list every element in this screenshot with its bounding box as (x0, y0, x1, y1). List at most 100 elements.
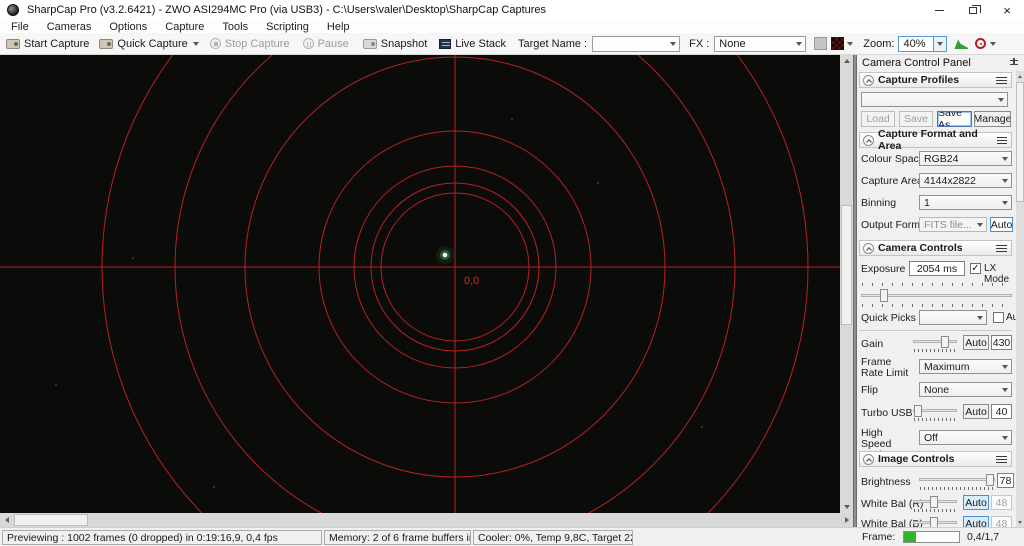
scroll-left-button[interactable] (0, 513, 13, 527)
colour-space-combobox[interactable]: RGB24 (919, 151, 1012, 166)
gain-input[interactable]: 430 (991, 335, 1012, 350)
section-capture-profiles[interactable]: Capture Profiles (859, 72, 1012, 88)
turbo-usb-auto-button[interactable]: Auto (963, 404, 989, 419)
output-format-auto-button[interactable]: Auto (990, 217, 1013, 232)
collapse-icon[interactable] (863, 135, 874, 146)
turbo-usb-slider[interactable] (913, 403, 957, 420)
section-camera-controls[interactable]: Camera Controls (859, 240, 1012, 256)
flip-combobox[interactable]: None (919, 382, 1012, 397)
reticle-origin-label: 0,0 (464, 275, 479, 287)
turbo-usb-label: Turbo USB (861, 408, 913, 419)
scroll-up-button[interactable] (840, 55, 853, 67)
menu-item-options[interactable]: Options (100, 21, 156, 33)
close-button[interactable]: × (990, 0, 1024, 20)
minimize-button[interactable] (922, 0, 956, 20)
white-bal-b-auto-button[interactable]: Auto (963, 516, 989, 527)
binning-combobox[interactable]: 1 (919, 195, 1012, 210)
section-image-controls[interactable]: Image Controls (859, 451, 1012, 467)
stop-capture-button[interactable]: Stop Capture (210, 38, 290, 50)
gain-auto-button[interactable]: Auto (963, 335, 989, 350)
manage-button[interactable]: Manage (974, 111, 1011, 127)
menubar: File Cameras Options Capture Tools Scrip… (0, 20, 1024, 33)
fx-combobox[interactable]: None (714, 36, 806, 52)
pause-button[interactable]: Pause (303, 38, 349, 50)
quick-capture-dropdown-icon[interactable] (193, 42, 199, 46)
zoom-dropdown-button[interactable] (933, 37, 946, 51)
horizontal-scroll-thumb[interactable] (14, 514, 88, 526)
fx-overlay-dropdown-icon[interactable] (847, 42, 853, 46)
gain-slider[interactable] (913, 334, 957, 351)
section-menu-icon[interactable] (997, 137, 1007, 144)
scroll-down-button[interactable] (840, 501, 853, 513)
histogram-icon[interactable] (954, 38, 968, 49)
menu-item-file[interactable]: File (2, 21, 38, 33)
pin-icon[interactable] (1010, 58, 1018, 68)
section-menu-icon[interactable] (996, 245, 1007, 252)
reticle-dropdown-icon[interactable] (990, 42, 996, 46)
turbo-usb-input[interactable]: 40 (991, 404, 1012, 419)
save-button[interactable]: Save (899, 111, 933, 127)
save-as-button[interactable]: Save As (937, 111, 972, 127)
white-bal-r-slider[interactable] (913, 494, 957, 511)
output-format-combobox[interactable]: FITS file... (919, 217, 987, 232)
brightness-input[interactable]: 78 (997, 473, 1014, 488)
titlebar: SharpCap Pro (v3.2.6421) - ZWO ASI294MC … (0, 0, 1024, 20)
collapse-icon[interactable] (863, 454, 874, 465)
status-previewing: Previewing : 1002 frames (0 dropped) in … (2, 530, 322, 545)
viewport-horizontal-scrollbar[interactable] (0, 513, 853, 527)
section-menu-icon[interactable] (996, 77, 1007, 84)
menu-item-tools[interactable]: Tools (213, 21, 257, 33)
load-button[interactable]: Load (861, 111, 895, 127)
profile-combobox[interactable] (861, 92, 1008, 107)
target-name-combobox[interactable] (592, 36, 680, 52)
quick-capture-icon (99, 39, 113, 49)
panel-scroll-down-button[interactable] (1016, 517, 1024, 527)
sharpcap-window: SharpCap Pro (v3.2.6421) - ZWO ASI294MC … (0, 0, 1024, 546)
quick-capture-button[interactable]: Quick Capture (99, 38, 187, 50)
fx-caret-icon (796, 42, 802, 46)
capture-area-combobox[interactable]: 4144x2822 (919, 173, 1012, 188)
panel-scroll-up-button[interactable] (1016, 71, 1024, 81)
camera-control-panel: Camera Control Panel Capture Profiles Lo… (857, 55, 1024, 527)
exposure-input[interactable]: 2054 ms (909, 261, 965, 276)
collapse-icon[interactable] (863, 75, 874, 86)
section-capture-format[interactable]: Capture Format and Area (859, 132, 1012, 148)
panel-scrollbar[interactable] (1016, 71, 1024, 527)
snapshot-button[interactable]: Snapshot (363, 38, 427, 50)
binning-label: Binning (861, 198, 896, 209)
exposure-slider[interactable] (861, 288, 1012, 303)
start-capture-button[interactable]: Start Capture (6, 38, 89, 50)
collapse-icon[interactable] (863, 243, 874, 254)
quick-picks-combobox[interactable] (919, 310, 987, 325)
white-bal-r-input[interactable]: 48 (991, 495, 1012, 510)
camera-preview-viewport[interactable]: 0,0 (0, 55, 840, 513)
scroll-right-button[interactable] (840, 513, 853, 527)
fx-overlay-icon[interactable] (831, 37, 844, 50)
viewport-vertical-scrollbar[interactable] (840, 55, 853, 513)
live-stack-button[interactable]: Live Stack (439, 38, 506, 50)
reticle-icon[interactable] (975, 38, 986, 49)
live-stack-icon (439, 39, 451, 49)
exposure-auto-checkbox[interactable] (993, 312, 1004, 323)
menu-item-scripting[interactable]: Scripting (257, 21, 318, 33)
lx-mode-checkbox[interactable]: ✓ (970, 263, 981, 274)
quick-picks-label: Quick Picks (861, 313, 916, 324)
fx-plain-icon[interactable] (814, 37, 827, 50)
high-speed-mode-combobox[interactable]: Off (919, 430, 1012, 445)
white-bal-r-auto-button[interactable]: Auto (963, 495, 989, 510)
vertical-scroll-thumb[interactable] (841, 205, 852, 325)
panel-header: Camera Control Panel (857, 55, 1024, 71)
white-bal-b-input[interactable]: 48 (991, 516, 1012, 527)
menu-item-capture[interactable]: Capture (156, 21, 213, 33)
section-menu-icon[interactable] (996, 456, 1007, 463)
menu-item-help[interactable]: Help (318, 21, 359, 33)
toolbar: Start Capture Quick Capture Stop Capture… (0, 33, 1024, 55)
gain-label: Gain (861, 339, 883, 350)
white-bal-b-slider[interactable] (913, 515, 957, 527)
frame-rate-limit-combobox[interactable]: Maximum (919, 359, 1012, 374)
menu-item-cameras[interactable]: Cameras (38, 21, 101, 33)
brightness-slider[interactable] (919, 472, 995, 489)
restore-button[interactable] (956, 0, 990, 20)
panel-scroll-thumb[interactable] (1016, 82, 1024, 202)
zoom-combobox[interactable]: 40% (898, 36, 947, 52)
